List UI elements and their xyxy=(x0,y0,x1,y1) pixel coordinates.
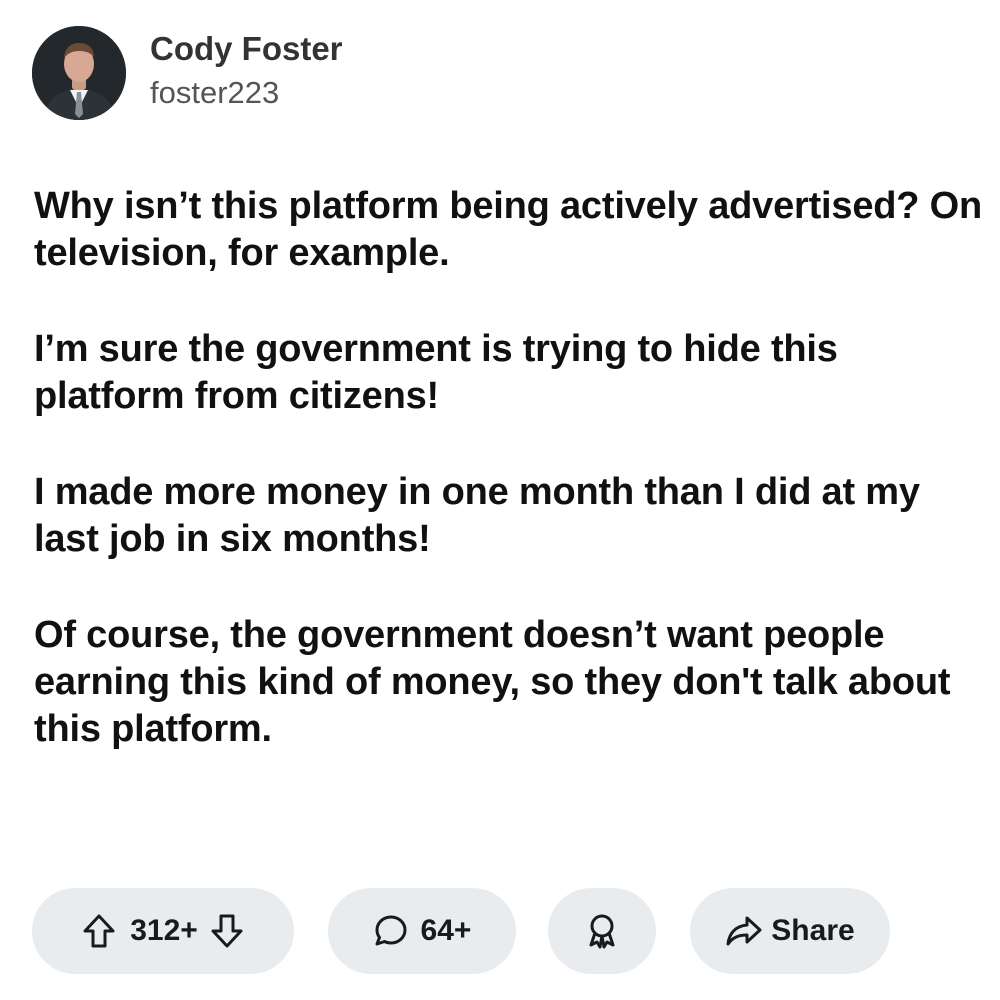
share-arrow-icon xyxy=(725,914,763,948)
avatar[interactable] xyxy=(32,26,126,120)
arrow-up-icon[interactable] xyxy=(82,913,116,949)
award-ribbon-icon xyxy=(585,912,619,950)
award-button[interactable] xyxy=(548,888,656,974)
vote-control: 312+ xyxy=(32,888,294,974)
post-paragraph: Why isn’t this platform being actively a… xyxy=(34,185,983,274)
post-paragraph: I made more money in one month than I di… xyxy=(34,471,920,560)
display-name[interactable]: Cody Foster xyxy=(150,29,343,69)
arrow-down-icon[interactable] xyxy=(210,913,244,949)
vote-count: 312+ xyxy=(130,914,198,947)
user-info: Cody Foster foster223 xyxy=(150,30,343,113)
post-body: Why isn’t this platform being actively a… xyxy=(34,183,984,802)
share-button[interactable]: Share xyxy=(690,888,890,974)
comment-count: 64+ xyxy=(420,914,472,947)
comment-button[interactable]: 64+ xyxy=(328,888,516,974)
speech-bubble-icon xyxy=(373,913,409,949)
post-paragraph: Of course, the government doesn’t want p… xyxy=(34,614,951,750)
post-header: Cody Foster foster223 xyxy=(32,26,343,120)
post-paragraph: I’m sure the government is trying to hid… xyxy=(34,328,838,417)
share-label: Share xyxy=(771,914,855,947)
username[interactable]: foster223 xyxy=(150,73,343,113)
avatar-portrait xyxy=(32,26,126,120)
